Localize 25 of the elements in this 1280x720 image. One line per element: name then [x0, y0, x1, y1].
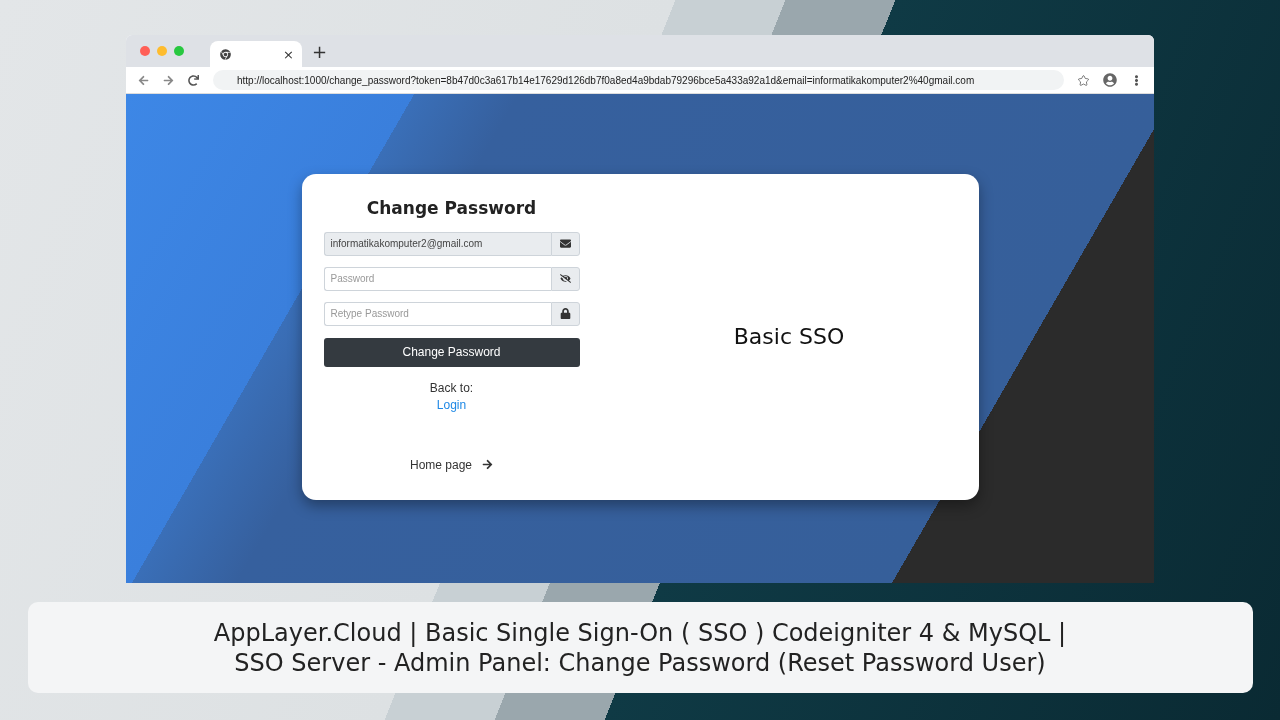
caption-text: SSO Server - Admin Panel: Change Password (Reset Password User)	[234, 648, 1046, 677]
login-link[interactable]: Login	[436, 397, 467, 412]
browser-logo-icon	[220, 48, 231, 60]
lock-icon	[550, 301, 580, 326]
envelope-icon	[550, 231, 580, 256]
home-page-link[interactable]: Home page	[409, 457, 493, 472]
caption-text: AppLayer.Cloud | Basic Single Sign-On ( SSO ) Codeigniter 4 & MySQL |	[213, 618, 1067, 647]
bookmark-star-icon[interactable]	[1078, 74, 1089, 86]
arrow-right-icon	[482, 459, 493, 470]
password-field[interactable]: Password	[323, 266, 551, 291]
form-title: Change Password	[366, 197, 537, 218]
back-icon[interactable]	[138, 74, 149, 86]
browser-tab[interactable]: ×	[210, 41, 302, 67]
eye-slash-icon[interactable]	[550, 266, 580, 291]
password-field[interactable]: Retype Password	[323, 301, 551, 326]
tab-close-button[interactable]: ×	[283, 46, 294, 62]
change-password-button[interactable]: Change Password	[323, 337, 580, 367]
close-window-icon[interactable]	[140, 46, 150, 56]
new-tab-button[interactable]: +	[312, 40, 328, 62]
back-to-label: Back to:	[429, 380, 474, 395]
profile-icon[interactable]	[1103, 73, 1117, 87]
forward-icon[interactable]	[163, 74, 174, 86]
brand-title: Basic SSO	[733, 324, 845, 349]
reload-icon[interactable]	[188, 74, 199, 86]
address-bar[interactable]: http://localhost:1000/change_password?token=8b47d0c3a617b14e17629d126db7f0a8ed4a9bdab79296bce5a433a92a1d&email=informatikakomputer2%40gmail.com	[213, 70, 1064, 90]
